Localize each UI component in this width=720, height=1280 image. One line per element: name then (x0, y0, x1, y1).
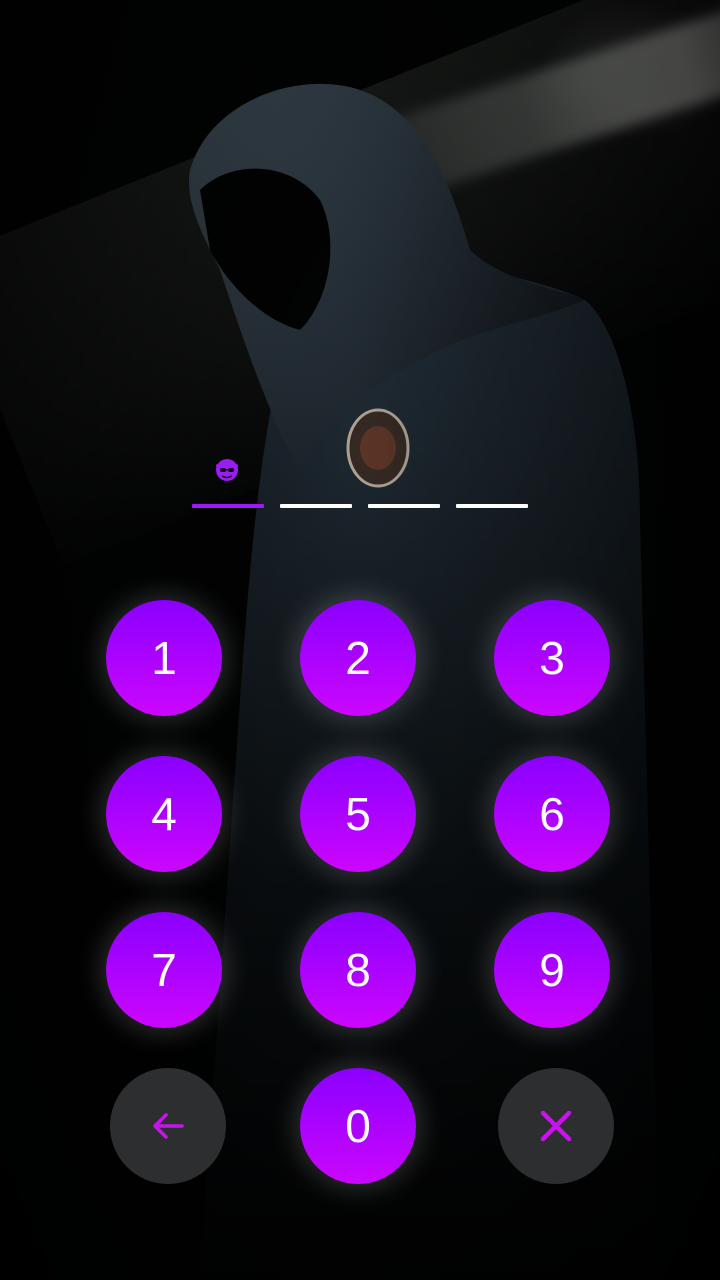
close-icon (536, 1106, 576, 1146)
incognito-user-icon (213, 455, 241, 483)
backspace-button[interactable] (110, 1068, 226, 1184)
pin-slot-1 (192, 504, 264, 508)
lock-screen: 1 2 3 4 5 6 7 8 9 0 (0, 0, 720, 1280)
key-9[interactable]: 9 (494, 912, 610, 1028)
key-5[interactable]: 5 (300, 756, 416, 872)
key-1[interactable]: 1 (106, 600, 222, 716)
pin-slot-2 (280, 504, 352, 508)
key-4[interactable]: 4 (106, 756, 222, 872)
arrow-left-icon (148, 1106, 188, 1146)
key-8[interactable]: 8 (300, 912, 416, 1028)
key-2[interactable]: 2 (300, 600, 416, 716)
key-3[interactable]: 3 (494, 600, 610, 716)
clear-button[interactable] (498, 1068, 614, 1184)
key-0[interactable]: 0 (300, 1068, 416, 1184)
pin-slot-4 (456, 504, 528, 508)
pin-slot-3 (368, 504, 440, 508)
key-7[interactable]: 7 (106, 912, 222, 1028)
key-6[interactable]: 6 (494, 756, 610, 872)
